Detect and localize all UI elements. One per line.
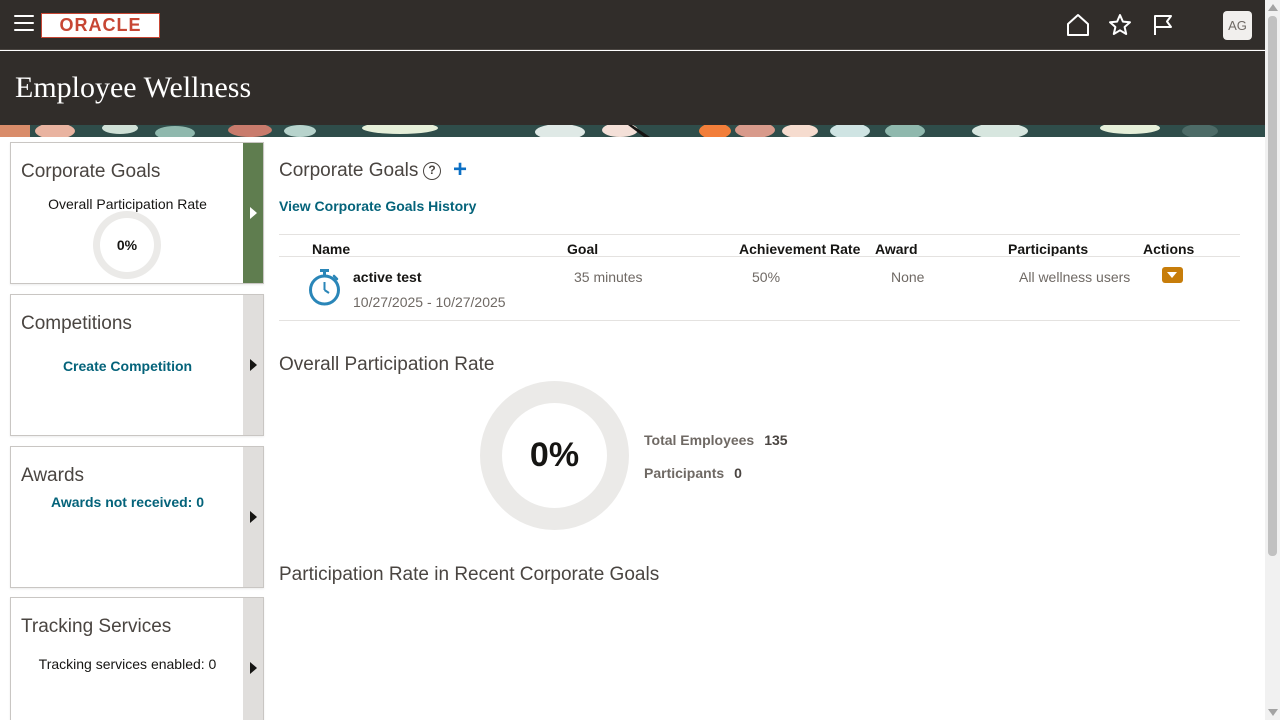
tile-title: Awards [21,465,85,486]
goal-target: 35 minutes [574,269,643,285]
oracle-logo[interactable]: ORACLE [41,13,160,38]
tracking-services-text: Tracking services enabled: 0 [38,656,217,672]
awards-not-received-link[interactable]: Awards not received: 0 [11,494,244,510]
column-header-goal: Goal [567,241,599,257]
goal-participants: All wellness users [1019,269,1131,285]
scroll-down-arrow-icon[interactable] [1268,709,1278,716]
column-header-participants: Participants [1008,241,1089,257]
logo-text: ORACLE [59,15,142,35]
tile-awards[interactable]: Awards Awards not received: 0 [10,446,264,588]
view-history-link[interactable]: View Corporate Goals History [279,198,476,214]
global-header: ORACLE AG [0,0,1265,50]
goal-name-link[interactable]: active test [353,269,421,285]
total-employees-stat: Total Employees 135 [644,432,788,448]
participation-mini-donut: 0% [93,211,161,279]
column-header-achievement-rate: Achievement Rate [739,241,861,257]
stopwatch-icon [309,269,340,306]
page-scrollbar[interactable] [1265,0,1280,720]
participation-donut: 0% [480,381,629,530]
goal-dates: 10/27/2025 - 10/27/2025 [353,294,506,310]
column-header-actions: Actions [1143,241,1195,257]
flag-icon[interactable] [1150,12,1176,38]
participants-value: 0 [734,465,742,481]
home-icon[interactable] [1065,12,1091,38]
tile-expand-bar[interactable] [243,598,263,720]
help-icon[interactable]: ? [423,162,441,180]
participants-stat: Participants 0 [644,465,742,481]
column-header-name: Name [312,241,351,257]
total-employees-value: 135 [764,432,788,448]
participants-label: Participants [644,465,725,481]
goal-achievement-rate: 50% [752,269,781,285]
goal-award: None [891,269,925,285]
tile-title: Competitions [21,313,132,334]
table-top-divider [279,234,1240,235]
total-employees-label: Total Employees [644,432,755,448]
tile-tracking-services[interactable]: Tracking Services Tracking services enab… [10,597,264,720]
tile-competitions[interactable]: Competitions Create Competition [10,294,264,436]
tile-expand-bar[interactable] [243,295,263,435]
expand-arrow-icon [250,359,257,371]
corporate-goals-heading: Corporate Goals [279,160,419,181]
star-icon[interactable] [1107,12,1133,38]
title-band: Employee Wellness [0,51,1265,125]
page-title: Employee Wellness [15,71,252,104]
user-avatar[interactable]: AG [1223,11,1252,40]
expand-arrow-icon [250,662,257,674]
tile-subtitle: Overall Participation Rate [48,196,207,212]
scroll-up-arrow-icon[interactable] [1268,4,1278,11]
expand-arrow-icon [250,207,257,219]
column-header-award: Award [875,241,918,257]
hamburger-icon[interactable] [14,15,34,33]
participation-donut-value: 0% [502,403,607,508]
actions-dropdown-button[interactable] [1162,267,1183,283]
participation-mini-value: 0% [100,218,154,272]
recent-goals-heading: Participation Rate in Recent Corporate G… [279,564,660,585]
tile-corporate-goals[interactable]: Corporate Goals Overall Participation Ra… [10,142,264,284]
table-header-divider [279,256,1240,257]
tile-title: Corporate Goals [21,161,161,182]
participation-heading: Overall Participation Rate [279,354,495,375]
decorative-banner [0,125,1265,137]
tile-expand-bar[interactable] [243,447,263,587]
tile-expand-bar[interactable] [243,143,263,283]
plus-icon[interactable]: + [453,158,469,182]
table-bottom-divider [279,320,1240,321]
scroll-thumb[interactable] [1268,16,1277,556]
expand-arrow-icon [250,511,257,523]
create-competition-link[interactable]: Create Competition [11,358,244,374]
tile-title: Tracking Services [21,616,172,637]
